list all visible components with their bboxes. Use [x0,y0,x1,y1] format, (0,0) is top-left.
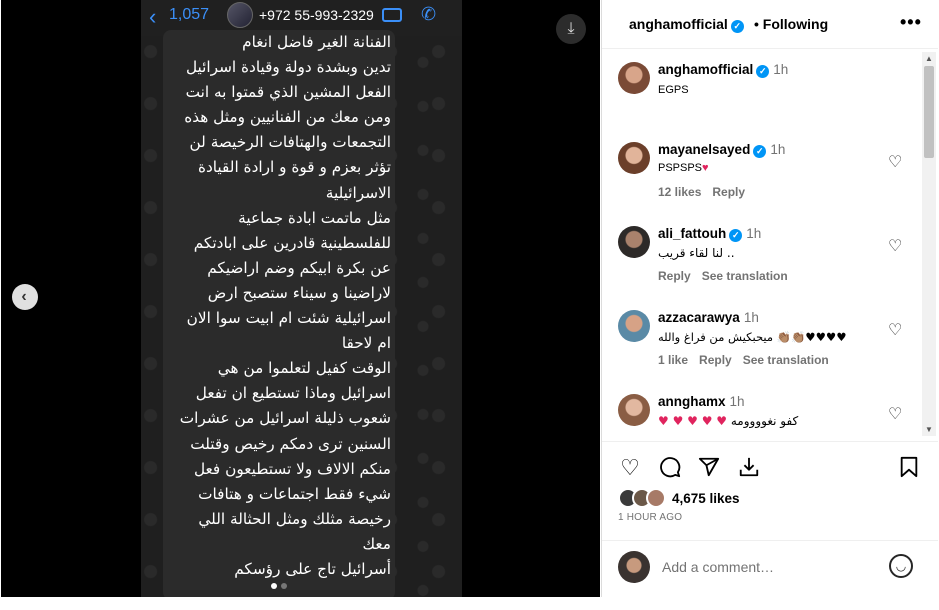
caption-text: EGPS [658,84,689,96]
comment-meta: 12 likes Reply [658,185,756,199]
message-line: أسرائيل تاج على رؤسكم [234,559,391,578]
comment-username[interactable]: mayanelsayed ✓ 1h [658,142,785,158]
message-text: الفنانة الغير فاضل انغام تدين وبشدة دولة … [165,30,391,582]
post-username[interactable]: anghamofficial ✓ [629,16,744,33]
reply-button[interactable]: Reply [699,353,732,367]
comment-text: ميحبكيش من فراغ والله 👏🏽👏🏽♥♥♥♥ [658,330,847,344]
avatar [646,488,666,508]
message-line: عن بكرة ابيكم وضم اراضيكم [207,258,391,277]
heart-icon[interactable]: ♡ [888,404,902,424]
scroll-up-icon[interactable]: ▲ [925,54,933,63]
verified-badge-icon: ✓ [729,229,743,242]
scroll-down-icon[interactable]: ▼ [925,425,933,434]
add-comment-input[interactable] [662,559,872,575]
post-header: anghamofficial ✓ • Following ••• [602,0,938,49]
message-line: اسرائيل وماذا تستطيع ان تفعل [195,384,391,403]
following-button[interactable]: • Following [754,16,828,32]
message-line: شيء فقط اجتماعات و هتافات [198,484,391,503]
comment-icon[interactable] [658,456,682,480]
comment-meta: 1 like Reply See translation [658,353,840,367]
message-line: معك [362,534,391,553]
download-icon[interactable]: ⤓ [556,14,586,44]
chevron-left-icon[interactable]: ‹ [12,284,38,310]
post-timestamp[interactable]: 1 HOUR AGO [618,512,682,523]
comment-username[interactable]: annghamx 1h [658,394,745,409]
message-line: الفنانة الغير فاضل انغام [242,33,391,51]
carousel-dot [281,583,287,589]
scrollbar-thumb[interactable] [924,66,934,158]
message-line: منكم الالاف ولا تستطيعون فعل [193,459,391,478]
message-line: تدين وبشدة دولة وقيادة اسرائيل [185,58,391,77]
heart-icon[interactable]: ♡ [888,236,902,256]
contact-avatar [227,2,253,28]
comment-text: ♥ ♥ ♥ ♥ ♥ كفو نغوووومه [658,414,799,428]
message-line: رخيصة مثلك ومثل الحثالة اللي [198,509,391,528]
message-line: للفلسطينية قادرين على ابادتكم [193,233,391,252]
message-line: تؤثر بعزم و قوة و ارادة القيادة [197,158,391,177]
message-line: اسرائيلية شئت ام ابيت سوا الان [186,309,391,328]
likes-count[interactable]: 4,675 likes [672,491,740,506]
message-line: شعوب ذليلة اسرائيل من عشرات [179,409,391,428]
comment-likes[interactable]: 1 like [658,353,688,367]
see-translation-link[interactable]: See translation [743,353,829,367]
message-line: الاسرائيلية [325,183,391,202]
reply-button[interactable]: Reply [658,269,691,283]
red-heart-emoji-icon: ♥ [702,162,709,174]
avatar[interactable] [618,394,650,426]
comment-username[interactable]: azzacarawya 1h [658,310,759,325]
add-comment-bar: ◡ [602,540,938,597]
see-translation-link[interactable]: See translation [702,269,788,283]
comment-text: لنا لقاء قريب .. [658,246,735,260]
avatar[interactable] [618,226,650,258]
comment-username[interactable]: ali_fattouh ✓ 1h [658,226,761,242]
liker-avatars [618,488,670,508]
message-line: الفعل المشين الذي قمتوا به انت [185,83,391,102]
message-line: الوقت كفيل لتعلموا من هي [217,359,391,378]
contact-phone: +972 55-993-2329 [259,7,374,23]
reply-button[interactable]: Reply [712,185,745,199]
message-line: التجمعات والهتافات الرخيصة لن [189,133,391,152]
comment-likes[interactable]: 12 likes [658,185,701,199]
carousel-dot [271,583,277,589]
verified-badge-icon: ✓ [753,145,767,158]
avatar[interactable] [618,310,650,342]
comments-list: anghamofficial ✓ 1h EGPS mayanelsayed ✓ 1h P… [602,50,938,440]
heart-icon[interactable]: ♡ [888,320,902,340]
post-side-panel: anghamofficial ✓ • Following ••• anghamof… [601,0,938,597]
heart-icon[interactable]: ♡ [888,152,902,172]
message-line: السنين ترى دمكم رخيص وقتلت [190,434,391,453]
red-heart-emoji-icon: ♥ ♥ ♥ ♥ ♥ [658,414,728,428]
back-count: 1,057 [169,6,210,23]
paper-plane-icon[interactable] [697,456,721,480]
instagram-post-viewer: ‹ 1,057 +972 55-993-2329 ✆ الفنانة الغير… [0,0,939,610]
whatsapp-screenshot: ‹ 1,057 +972 55-993-2329 ✆ الفنانة الغير… [141,0,462,597]
video-call-icon [382,8,402,22]
back-chevron-icon: ‹ [149,4,157,29]
message-line: ومن معك من الفنانيين ومثل هذه [184,108,391,127]
message-line: ام لاحقا [341,334,391,353]
more-options-icon[interactable]: ••• [900,12,922,33]
download-icon[interactable] [737,456,761,480]
verified-badge-icon: ✓ [730,20,744,33]
post-actions: ♡ 4,675 likes 1 HOUR AGO [602,441,938,541]
caption-username[interactable]: anghamofficial ✓ 1h [658,62,788,78]
avatar[interactable] [618,142,650,174]
message-line: لاراضينا و سيناء ستصبح ارض [207,283,391,302]
phone-call-icon: ✆ [421,4,437,24]
carousel-indicator [271,583,287,589]
post-media: ‹ 1,057 +972 55-993-2329 ✆ الفنانة الغير… [1,0,600,597]
verified-badge-icon: ✓ [756,65,770,78]
caption-time: 1h [773,62,789,77]
comment-text: PSPSPS♥ [658,162,709,174]
avatar [618,551,650,583]
message-line: مثل ماتمت ابادة جماعية [238,208,391,227]
bookmark-icon[interactable] [897,456,921,480]
heart-icon[interactable]: ♡ [618,456,642,480]
avatar[interactable] [618,62,650,94]
smiley-icon[interactable]: ◡ [889,554,913,578]
comments-scrollbar[interactable]: ▲ ▼ [922,52,936,436]
comment-meta: Reply See translation [658,269,799,283]
